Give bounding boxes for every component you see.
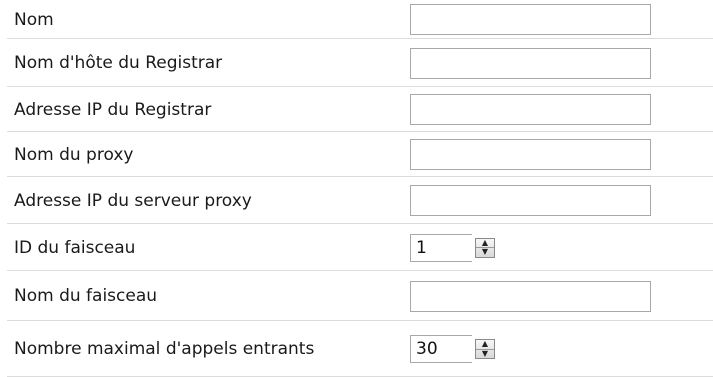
- proxy-name-label: Nom du proxy: [14, 144, 134, 165]
- trunk-id-label: ID du faisceau: [14, 237, 136, 258]
- sip-trunk-settings-form: Nom Nom d'hôte du Registrar Adresse IP d…: [0, 0, 713, 377]
- proxy-ip-input[interactable]: [410, 185, 651, 216]
- registrar-ip-label: Adresse IP du Registrar: [14, 99, 212, 120]
- nom-label: Nom: [14, 9, 54, 30]
- trunk-name-input[interactable]: [410, 280, 651, 312]
- max-incoming-calls-stepper: ▲ ▼: [410, 335, 495, 363]
- row-max-incoming-calls: Nombre maximal d'appels entrants ▲ ▼: [7, 321, 713, 377]
- spin-down-icon[interactable]: ▼: [476, 247, 494, 257]
- row-nom: Nom: [7, 0, 713, 39]
- row-trunk-name: Nom du faisceau: [7, 271, 713, 321]
- trunk-name-label: Nom du faisceau: [14, 286, 158, 306]
- row-registrar-ip: Adresse IP du Registrar: [7, 87, 713, 132]
- spin-up-icon[interactable]: ▲: [476, 238, 494, 248]
- row-trunk-id: ID du faisceau ▲ ▼: [7, 224, 713, 271]
- trunk-id-stepper: ▲ ▼: [410, 233, 495, 262]
- row-registrar-hostname: Nom d'hôte du Registrar: [7, 39, 713, 87]
- spin-up-icon[interactable]: ▲: [476, 340, 494, 349]
- registrar-ip-input[interactable]: [410, 94, 651, 125]
- registrar-hostname-input[interactable]: [410, 47, 651, 79]
- trunk-id-input[interactable]: [410, 233, 472, 262]
- row-proxy-ip: Adresse IP du serveur proxy: [7, 177, 713, 224]
- proxy-name-input[interactable]: [410, 139, 651, 170]
- registrar-hostname-label: Nom d'hôte du Registrar: [14, 53, 223, 73]
- nom-input[interactable]: [410, 4, 651, 35]
- proxy-ip-label: Adresse IP du serveur proxy: [14, 190, 252, 211]
- spin-down-icon[interactable]: ▼: [476, 348, 494, 359]
- max-incoming-calls-input[interactable]: [410, 335, 472, 363]
- max-incoming-calls-label: Nombre maximal d'appels entrants: [14, 339, 315, 359]
- row-proxy-name: Nom du proxy: [7, 132, 713, 177]
- max-incoming-calls-spin-buttons: ▲ ▼: [475, 339, 495, 359]
- trunk-id-spin-buttons: ▲ ▼: [475, 237, 495, 258]
